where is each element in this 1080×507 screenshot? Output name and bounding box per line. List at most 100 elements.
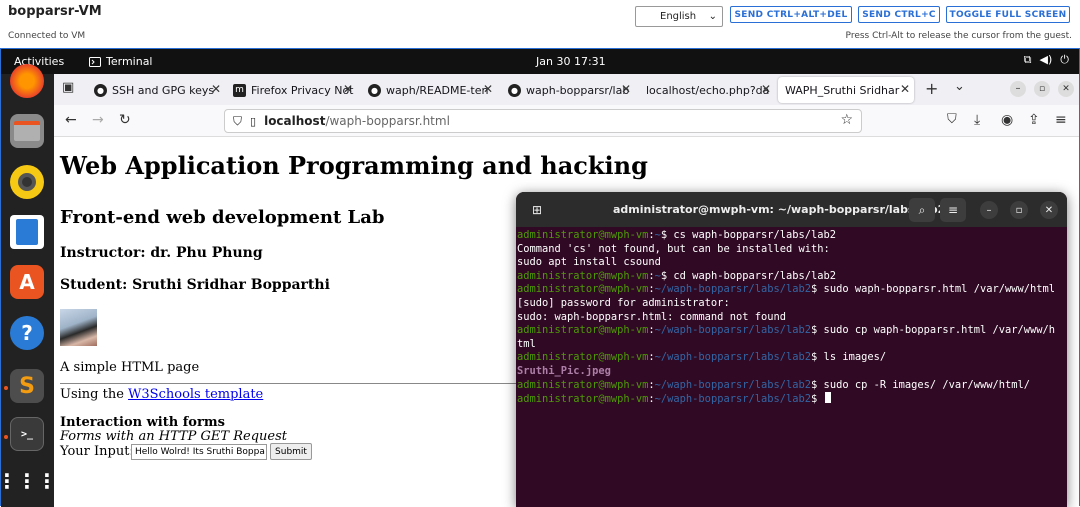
terminal-line: [sudo] password for administrator: — [517, 296, 730, 309]
hamburger-menu-icon[interactable]: ≡ — [940, 198, 966, 222]
url-bar[interactable]: ⛉ ▯ localhost/waph-bopparsr.html ☆ — [224, 109, 862, 133]
tab-echo-php[interactable]: localhost/echo.php?da ✕ — [639, 77, 775, 103]
search-icon[interactable]: ⌕ — [909, 198, 935, 222]
rhythmbox-icon[interactable] — [10, 165, 44, 199]
clock[interactable]: Jan 30 17:31 — [536, 55, 606, 68]
forms-heading: Interaction with forms — [60, 415, 225, 430]
github-icon: ● — [508, 83, 521, 97]
files-icon[interactable] — [10, 114, 44, 148]
system-tray[interactable]: ⧉ ◀) ⏻ — [1024, 53, 1069, 67]
close-tab-icon[interactable]: ✕ — [621, 82, 631, 96]
send-ctrl-c-button[interactable]: SEND CTRL+C — [858, 6, 940, 23]
close-tab-icon[interactable]: ✕ — [761, 82, 771, 96]
tab-label: localhost/echo.php?da — [646, 83, 770, 97]
network-icon: ⧉ — [1023, 53, 1032, 66]
using-prefix: Using the — [60, 387, 129, 402]
terminal-output[interactable]: administrator@mwph-vm:~$ cs waph-boppars… — [517, 229, 1065, 407]
keyboard-language-select[interactable]: English ⌄ — [635, 6, 723, 27]
account-icon[interactable]: ◉ — [1001, 112, 1013, 128]
terminal-line: sudo: waph-bopparsr.html: command not fo… — [517, 310, 786, 323]
toggle-full-screen-button[interactable]: TOGGLE FULL SCREEN — [946, 6, 1070, 23]
terminal-icon — [89, 56, 101, 67]
back-icon[interactable]: ← — [65, 112, 77, 128]
github-icon: ● — [94, 83, 107, 97]
vm-screen[interactable]: Activities Terminal Jan 30 17:31 ⧉ ◀) ⏻ … — [0, 48, 1080, 507]
writer-icon[interactable] — [10, 215, 44, 249]
close-tab-icon[interactable]: ✕ — [900, 82, 910, 96]
page-info-icon[interactable]: ▯ — [250, 115, 256, 128]
close-tab-icon[interactable]: ✕ — [211, 82, 221, 96]
vm-title: bopparsr-VM — [8, 4, 102, 19]
menu-icon[interactable]: ≡ — [1055, 112, 1067, 128]
list-all-tabs-icon[interactable]: ⌄ — [954, 79, 965, 94]
tab-ssh-gpg-keys[interactable]: ● SSH and GPG keys ✕ — [87, 77, 225, 103]
gnome-top-bar: Activities Terminal Jan 30 17:31 ⧉ ◀) ⏻ — [1, 49, 1079, 74]
github-icon: ● — [368, 83, 381, 97]
close-tab-icon[interactable]: ✕ — [483, 82, 493, 96]
w3schools-link[interactable]: W3Schools template — [128, 387, 263, 402]
tab-firefox-privacy[interactable]: m Firefox Privacy Not ✕ — [226, 77, 357, 103]
terminal-window[interactable]: ⊞ administrator@mwph-vm: ~/waph-bopparsr… — [516, 192, 1067, 507]
close-tab-icon[interactable]: ✕ — [343, 82, 353, 96]
tab-list-icon[interactable]: ▣ — [62, 80, 74, 95]
tab-label: SSH and GPG keys — [112, 83, 215, 97]
tab-bar: ▣ ● SSH and GPG keys ✕ m Firefox Privacy… — [54, 74, 1079, 105]
downloads-icon[interactable]: ⤓ — [974, 112, 980, 128]
close-icon[interactable]: ✕ — [1040, 201, 1058, 219]
new-tab-icon[interactable]: ⊞ — [524, 198, 550, 222]
firefox-icon[interactable] — [10, 64, 44, 98]
sublime-text-icon[interactable]: S — [10, 369, 44, 403]
minimize-icon[interactable]: – — [1010, 81, 1026, 97]
terminal-line: sudo apt install csound — [517, 256, 661, 269]
bookmark-star-icon[interactable]: ☆ — [840, 112, 853, 128]
vm-release-hint: Press Ctrl-Alt to release the cursor fro… — [845, 31, 1072, 41]
shield-icon[interactable]: ⛉ — [233, 114, 242, 129]
language-value: English — [660, 11, 697, 22]
tab-waph-readme[interactable]: ● waph/README-ten ✕ — [361, 77, 497, 103]
input-label: Your Input: — [60, 444, 134, 459]
terminal-line: administrator@mwph-vm:~/waph-bopparsr/la… — [517, 351, 887, 364]
instructor-heading: Instructor: dr. Phu Phung — [60, 245, 263, 261]
new-tab-icon[interactable]: + — [925, 79, 938, 98]
software-icon[interactable]: A — [10, 265, 44, 299]
restore-icon[interactable]: ▫ — [1034, 81, 1050, 97]
student-photo — [60, 309, 97, 346]
text-input[interactable]: Hello Wolrd! Its Sruthi Boppa — [131, 444, 267, 460]
terminal-dock-icon[interactable]: >_ — [10, 417, 44, 451]
mozilla-icon: m — [233, 83, 246, 97]
url-path: /waph-bopparsr.html — [325, 114, 450, 128]
terminal-line: administrator@mwph-vm:~$ cs waph-boppars… — [517, 229, 837, 241]
help-icon[interactable]: ? — [10, 316, 44, 350]
page-heading: Web Application Programming and hacking — [60, 151, 648, 180]
tab-waph-bopparsr-lab[interactable]: ● waph-bopparsr/lab ✕ — [501, 77, 635, 103]
vm-status: Connected to VM — [8, 31, 86, 41]
terminal-title: administrator@mwph-vm: ~/waph-bopparsr/l… — [613, 203, 946, 216]
terminal-line: Sruthi_Pic.jpeg — [517, 364, 611, 377]
terminal-line: administrator@mwph-vm:~$ cd waph-boppars… — [517, 269, 837, 282]
app-menu[interactable]: Terminal — [89, 55, 153, 68]
running-indicator — [4, 435, 8, 439]
tab-waph-sruthi[interactable]: WAPH_Sruthi Sridhar ✕ — [778, 77, 914, 103]
extensions-icon[interactable]: ⇪ — [1028, 112, 1040, 128]
running-indicator — [4, 386, 8, 390]
tab-label: Firefox Privacy Not — [251, 83, 354, 97]
reload-icon[interactable]: ↻ — [119, 112, 131, 128]
send-ctrl-alt-del-button[interactable]: SEND CTRL+ALT+DEL — [730, 6, 852, 23]
navigation-toolbar: ← → ↻ ⛉ ▯ localhost/waph-bopparsr.html ☆… — [54, 105, 1079, 137]
minimize-icon[interactable]: – — [980, 201, 998, 219]
ubuntu-dock: A ? S >_ ⋮⋮⋮ — [0, 64, 57, 507]
chevron-down-icon: ⌄ — [708, 11, 717, 22]
terminal-header: ⊞ administrator@mwph-vm: ~/waph-bopparsr… — [516, 192, 1067, 227]
close-window-icon[interactable]: ✕ — [1058, 81, 1074, 97]
url-host: localhost — [264, 114, 326, 128]
forward-icon[interactable]: → — [92, 112, 104, 128]
simple-html-text: A simple HTML page — [60, 360, 200, 375]
app-name: Terminal — [106, 55, 153, 68]
lab-heading: Front-end web development Lab — [60, 207, 385, 228]
terminal-line: Command 'cs' not found, but can be insta… — [517, 242, 830, 255]
tab-label: WAPH_Sruthi Sridhar — [785, 83, 900, 97]
app-grid-icon[interactable]: ⋮⋮⋮ — [0, 464, 57, 498]
pocket-icon[interactable]: ⛉ — [947, 112, 957, 127]
maximize-icon[interactable]: ▫ — [1010, 201, 1028, 219]
submit-button[interactable]: Submit — [270, 443, 312, 460]
